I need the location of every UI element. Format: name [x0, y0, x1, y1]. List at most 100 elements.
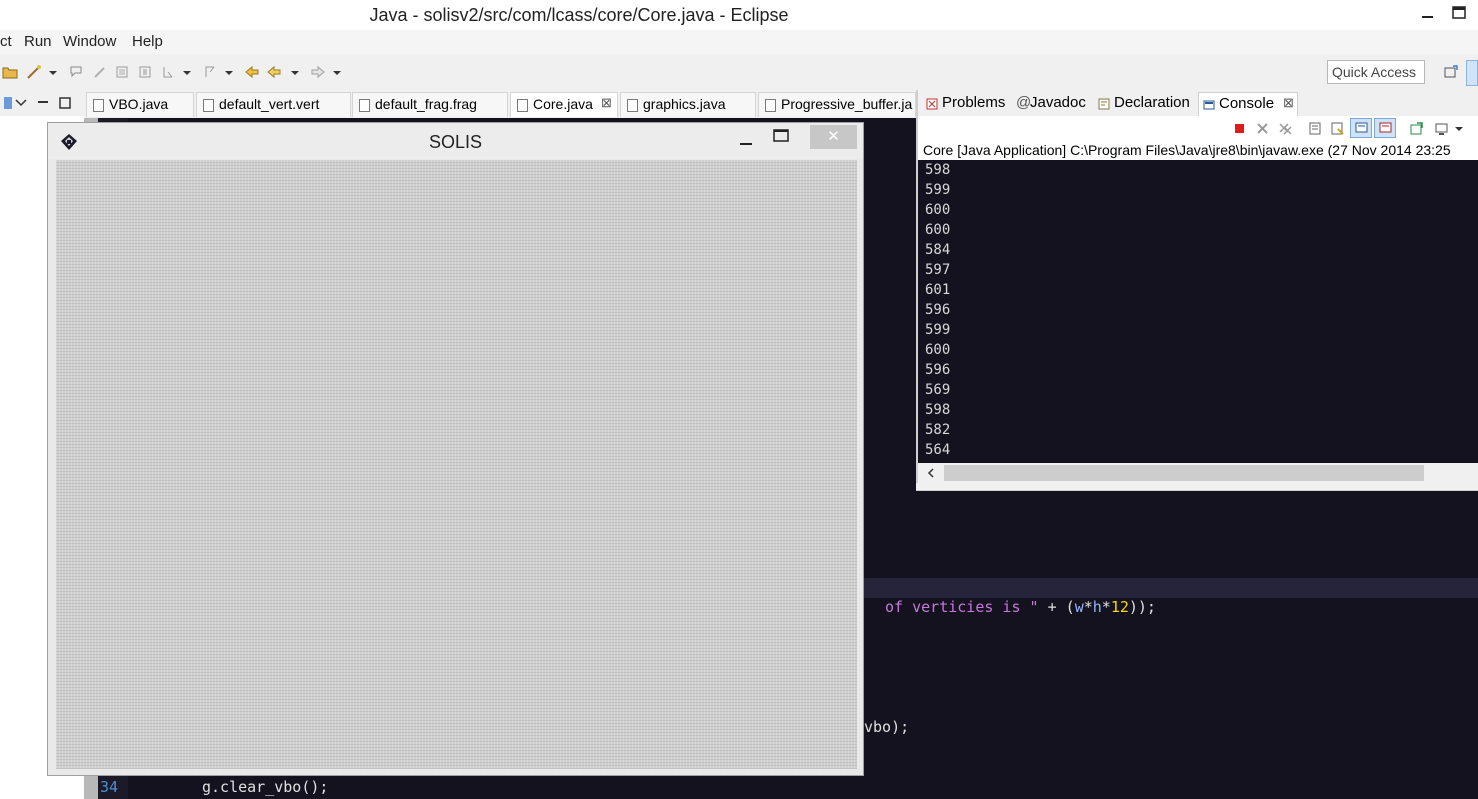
back-icon[interactable]: [266, 64, 282, 80]
minimize-icon[interactable]: [738, 133, 754, 149]
tab-label: Progressive_buffer.ja: [781, 96, 913, 112]
panel-tab-bar: Problems @ Javadoc Declaration Console ⊠: [918, 90, 1478, 117]
window-title: Java - solisv2/src/com/lcass/core/Core.j…: [369, 5, 789, 25]
console-line: 564: [925, 442, 951, 458]
tab-declaration[interactable]: Declaration: [1094, 92, 1196, 116]
tab-vbo-java[interactable]: VBO.java: [86, 92, 194, 117]
view-menu-icon[interactable]: [14, 96, 28, 110]
terminate-icon[interactable]: [1232, 121, 1247, 136]
solis-close-button[interactable]: ✕: [810, 125, 857, 149]
tab-label: graphics.java: [643, 96, 726, 112]
operator: ));: [1128, 598, 1156, 616]
open-folder-icon[interactable]: [2, 64, 18, 80]
operator: *: [1083, 598, 1093, 616]
tab-problems[interactable]: Problems: [922, 92, 1010, 116]
operator: + (: [1047, 598, 1075, 616]
annotation-icon[interactable]: [68, 64, 84, 80]
show-on-stderr-button[interactable]: [1374, 118, 1396, 138]
pen-icon[interactable]: [92, 64, 108, 80]
open-perspective-icon[interactable]: [1443, 64, 1459, 80]
console-line: 597: [925, 262, 951, 278]
console-line: 582: [925, 422, 951, 438]
close-icon[interactable]: ⊠: [601, 95, 612, 111]
tab-label: Javadoc: [1030, 94, 1086, 111]
console-process-description: Core [Java Application] C:\Program Files…: [918, 140, 1478, 160]
tab-progressive-buffer[interactable]: Progressive_buffer.ja: [758, 92, 916, 117]
chevron-down-icon[interactable]: [48, 64, 58, 80]
console-line: 601: [925, 282, 951, 298]
tab-default-vert[interactable]: default_vert.vert: [196, 92, 351, 117]
remove-all-terminated-icon[interactable]: [1278, 121, 1293, 136]
scroll-left-icon[interactable]: [926, 467, 936, 479]
code-line-clear-vbo: g.clear_vbo();: [202, 778, 329, 796]
minimize-view-icon[interactable]: [36, 96, 50, 110]
console-line: 600: [925, 202, 951, 218]
scroll-lock-icon[interactable]: [1308, 121, 1323, 136]
minimize-button[interactable]: [1418, 4, 1438, 24]
package-explorer-icon: [4, 97, 12, 109]
java-perspective-button[interactable]: [1466, 60, 1478, 86]
maximize-view-icon[interactable]: [58, 96, 72, 110]
next-annotation-icon[interactable]: [160, 64, 176, 80]
javadoc-icon: @: [1016, 94, 1032, 111]
last-edit-icon[interactable]: [244, 64, 260, 80]
tab-core-java[interactable]: Core.java ⊠: [510, 92, 618, 117]
maximize-button[interactable]: [1450, 4, 1470, 24]
quick-access-input[interactable]: Quick Access: [1327, 60, 1425, 84]
menu-help[interactable]: Help: [132, 33, 163, 50]
wand-icon[interactable]: [26, 64, 42, 80]
tab-javadoc[interactable]: @ Javadoc: [1012, 92, 1092, 116]
chevron-down-icon[interactable]: [332, 64, 342, 80]
remove-launch-icon[interactable]: [1255, 121, 1270, 136]
show-on-stdout-button[interactable]: [1350, 118, 1372, 138]
console-panel-bottom: [916, 483, 1478, 491]
console-output[interactable]: 598 599 600 600 584 597 601 596 599 600 …: [918, 160, 1478, 463]
tab-label: default_vert.vert: [219, 96, 320, 112]
open-console-icon[interactable]: [1409, 121, 1424, 136]
console-icon: [1203, 100, 1215, 110]
text-file-icon: [203, 99, 214, 112]
menu-project[interactable]: ct: [0, 33, 12, 50]
main-toolbar: Quick Access: [0, 56, 1478, 91]
console-line: 569: [925, 382, 951, 398]
scrollbar-thumb[interactable]: [944, 465, 1424, 481]
tab-label: default_frag.frag: [375, 96, 477, 112]
pin-console-icon: [1355, 122, 1368, 133]
tab-label: Problems: [942, 94, 1006, 111]
maximize-icon[interactable]: [772, 128, 790, 144]
chevron-down-icon[interactable]: [290, 64, 300, 80]
console-line: 599: [925, 322, 951, 338]
package-explorer-header: [0, 90, 84, 116]
close-icon[interactable]: ⊠: [1283, 95, 1294, 111]
menu-run[interactable]: Run: [24, 33, 52, 50]
tab-label: Declaration: [1114, 94, 1190, 111]
code-line-vbo: vbo);: [864, 718, 910, 736]
close-icon: ✕: [827, 128, 840, 145]
block-icon[interactable]: [114, 64, 130, 80]
solis-title-bar[interactable]: SOLIS ✕: [48, 123, 863, 159]
prev-annotation-icon[interactable]: [202, 64, 218, 80]
java-file-icon: [627, 99, 638, 112]
console-horizontal-scrollbar[interactable]: [918, 463, 1478, 483]
console-line: 599: [925, 182, 951, 198]
solis-render-canvas[interactable]: [56, 160, 857, 769]
solis-window: SOLIS ✕: [47, 122, 864, 776]
chevron-down-icon[interactable]: [182, 64, 192, 80]
tab-graphics-java[interactable]: graphics.java: [620, 92, 756, 117]
display-console-icon[interactable]: [1434, 121, 1449, 136]
java-file-icon: [517, 99, 528, 112]
eclipse-title-bar: Java - solisv2/src/com/lcass/core/Core.j…: [0, 0, 1478, 30]
clear-console-icon[interactable]: [1330, 121, 1345, 136]
menu-bar: ct Run Window Help: [0, 30, 1478, 54]
console-line: 598: [925, 162, 951, 178]
tab-default-frag[interactable]: default_frag.frag: [352, 92, 508, 117]
chevron-down-icon[interactable]: [224, 64, 234, 80]
maximize-icon: [1452, 6, 1466, 19]
chevron-down-icon[interactable]: [1454, 121, 1464, 136]
menu-window[interactable]: Window: [63, 33, 116, 50]
paragraph-icon[interactable]: [137, 64, 153, 80]
console-line: 596: [925, 302, 951, 318]
tab-console[interactable]: Console ⊠: [1198, 92, 1298, 116]
forward-icon[interactable]: [310, 64, 326, 80]
minimize-icon: [1422, 16, 1433, 18]
